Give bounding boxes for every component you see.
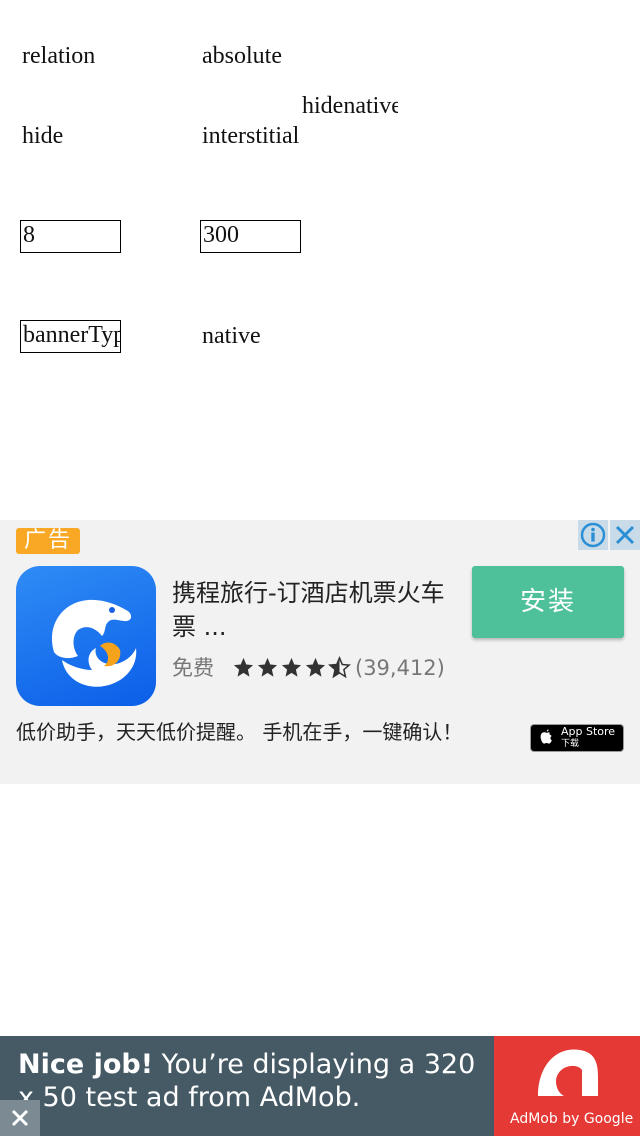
apple-icon: [540, 729, 552, 744]
banner-type-input[interactable]: bannerTyp: [20, 320, 121, 353]
app-title[interactable]: 携程旅行-订酒店机票火车票 ...: [172, 576, 452, 644]
ad-choices-button[interactable]: [578, 520, 608, 550]
banner-message-bold: Nice job!: [18, 1049, 154, 1080]
native-label[interactable]: native: [202, 322, 261, 350]
ad-badge: 广告: [16, 528, 80, 554]
star-full-icon: [305, 657, 326, 677]
ad-description[interactable]: 低价助手，天天低价提醒。 手机在手，一键确认！: [16, 720, 476, 744]
ad-close-button[interactable]: [610, 520, 640, 550]
native-ad[interactable]: 广告 携程旅行-订酒店机票火车票 ... 免费 (39,412) 安装 低价助手…: [0, 520, 640, 784]
info-icon: [580, 522, 606, 548]
size-input[interactable]: 300: [200, 220, 301, 253]
app-store-badge-line1: App Store: [561, 725, 616, 738]
star-full-icon: [233, 657, 254, 677]
star-full-icon: [257, 657, 278, 677]
app-icon[interactable]: [16, 566, 156, 706]
price-label: 免费: [172, 656, 214, 680]
banner-message: Nice job! You’re displaying a 320 x 50 t…: [18, 1048, 488, 1114]
close-icon: [615, 525, 635, 545]
close-icon: [11, 1109, 29, 1127]
banner-close-button[interactable]: [0, 1100, 40, 1136]
admob-test-banner[interactable]: Nice job! You’re displaying a 320 x 50 t…: [0, 1036, 640, 1136]
rating-stars: [232, 656, 351, 680]
hidenative-label[interactable]: hidenative: [302, 92, 398, 120]
relation-label[interactable]: relation: [22, 42, 95, 70]
hide-label[interactable]: hide: [22, 122, 63, 150]
position-x-input[interactable]: 8: [20, 220, 121, 253]
star-full-icon: [281, 657, 302, 677]
absolute-label[interactable]: absolute: [202, 42, 282, 70]
interstitial-label[interactable]: interstitial: [202, 122, 299, 150]
app-store-badge-line2: 下载: [561, 739, 580, 749]
rating-count: (39,412): [355, 656, 445, 680]
app-store-badge[interactable]: App Store 下载: [530, 724, 624, 752]
star-half-icon: [328, 656, 351, 679]
admob-brand-text: AdMob by Google: [510, 1111, 634, 1127]
dolphin-logo-icon: [51, 599, 137, 687]
admob-logo: AdMob by Google: [494, 1036, 640, 1136]
install-button[interactable]: 安装: [472, 566, 624, 638]
